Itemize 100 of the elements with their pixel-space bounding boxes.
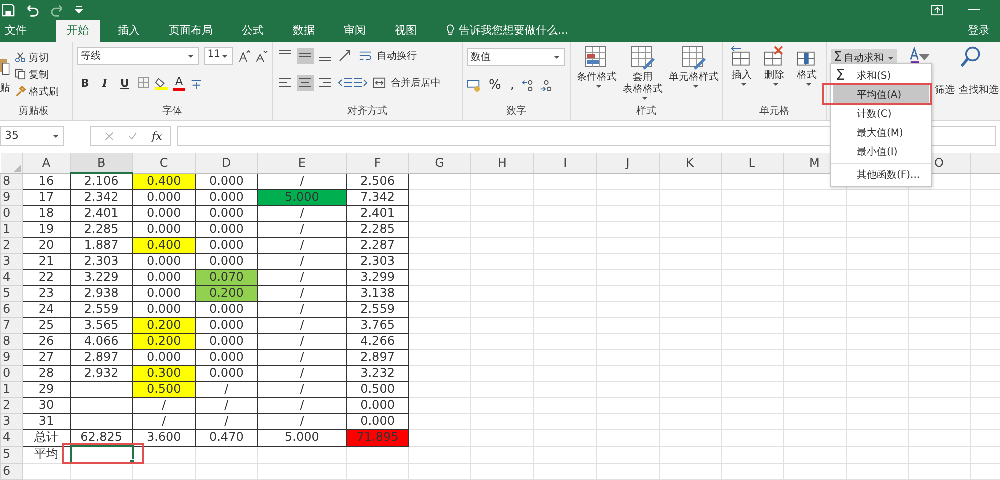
column-header[interactable]: F: [374, 156, 382, 170]
styles-button[interactable]: 套用 表格格式: [623, 72, 663, 96]
table-cell[interactable]: 0.200: [132, 318, 196, 334]
name-box[interactable]: 35: [0, 126, 64, 146]
menu-item[interactable]: 最小值(I): [831, 142, 931, 161]
shrink-font-icon[interactable]: [255, 50, 268, 62]
table-cell[interactable]: 0.400: [132, 238, 196, 254]
table-cell[interactable]: 0.200: [132, 334, 196, 350]
ribbon-tab[interactable]: 页面布局: [158, 20, 224, 42]
percent-button[interactable]: %: [487, 78, 504, 92]
menu-item[interactable]: 计数(C): [831, 104, 931, 123]
cell-text: 2.106: [84, 174, 119, 188]
cell-text: 27: [38, 350, 54, 364]
table-cell[interactable]: 0.300: [132, 366, 196, 382]
cells-button[interactable]: 删除: [764, 70, 784, 82]
wrap-text-button[interactable]: 自动换行: [377, 49, 417, 63]
cell-text: 3.765: [360, 318, 395, 332]
align-center-icon[interactable]: [277, 75, 333, 91]
font-size-field[interactable]: 11: [204, 47, 233, 65]
cell-text: 18: [38, 206, 54, 220]
group-label: 字体: [162, 104, 184, 119]
comma-button[interactable]: ,: [508, 78, 516, 92]
column-header[interactable]: A: [42, 156, 51, 170]
cell-text: /: [224, 382, 229, 396]
ribbon-tab[interactable]: 文件: [0, 20, 38, 42]
currency-icon[interactable]: [467, 78, 482, 92]
merge-center-button[interactable]: 合并后居中: [391, 76, 441, 90]
find-select-button[interactable]: 查找和选: [959, 83, 999, 97]
font-style-button[interactable]: I: [98, 76, 112, 90]
clipboard-button[interactable]: 格式刷: [29, 84, 59, 98]
styles-button[interactable]: 条件格式: [577, 72, 617, 84]
save-icon[interactable]: [2, 4, 15, 16]
minimize-icon[interactable]: [968, 9, 980, 11]
column-header[interactable]: M: [809, 156, 820, 170]
column-header[interactable]: E: [298, 156, 306, 170]
grow-font-icon[interactable]: [238, 50, 250, 62]
cell-text: 0.000: [146, 222, 182, 236]
cell-text: 3.229: [84, 270, 119, 284]
column-header[interactable]: C: [160, 156, 168, 170]
cell-text: 1.887: [84, 238, 119, 252]
undo-icon[interactable]: [25, 4, 40, 16]
column-header[interactable]: G: [435, 156, 444, 170]
font-color-button[interactable]: A: [173, 76, 186, 90]
cell-text: 0.000: [209, 302, 244, 316]
insert-function-button[interactable]: fx: [152, 130, 162, 142]
cell-text: 0.470: [209, 430, 244, 444]
column-header[interactable]: H: [498, 156, 507, 170]
menu-item[interactable]: 平均值(A): [833, 85, 929, 104]
paste-button[interactable]: 贴: [0, 80, 10, 94]
column-header[interactable]: B: [97, 156, 106, 170]
font-style-button[interactable]: B: [77, 76, 94, 90]
align-top-icon[interactable]: [277, 48, 333, 64]
customize-icon[interactable]: [75, 6, 83, 14]
cell-text: /: [300, 222, 304, 236]
ribbon-tab[interactable]: 插入: [107, 20, 151, 42]
table-cell[interactable]: 0.400: [132, 173, 196, 190]
menu-item[interactable]: 其他函数(F)...: [831, 163, 931, 184]
ribbon-display-icon[interactable]: [931, 4, 944, 16]
tell-me-field[interactable]: 告诉我您想要做什么...: [459, 23, 568, 42]
cell-text: 21: [38, 254, 54, 268]
ribbon-tab[interactable]: 审阅: [333, 20, 377, 42]
cell-text: /: [300, 334, 304, 348]
column-header[interactable]: I: [564, 156, 568, 170]
clipboard-button[interactable]: 复制: [29, 68, 49, 82]
menu-item[interactable]: 最大值(M): [831, 123, 931, 142]
indent-icon[interactable]: [338, 76, 368, 90]
cells-button[interactable]: 格式: [796, 70, 817, 82]
ribbon-tab[interactable]: 视图: [384, 20, 428, 42]
table-cell[interactable]: [70, 446, 133, 463]
increase-decimal-icon[interactable]: [522, 78, 534, 92]
cell-text: /: [300, 350, 304, 364]
decrease-decimal-icon[interactable]: [540, 78, 552, 92]
column-header[interactable]: K: [686, 156, 694, 170]
number-format-field[interactable]: 数值: [467, 48, 565, 66]
cell-text: /: [224, 398, 229, 412]
font-name-field[interactable]: 等线: [77, 47, 199, 65]
fill-color-icon[interactable]: [155, 76, 168, 90]
sign-in-link[interactable]: 登录: [968, 23, 1000, 42]
clipboard-button[interactable]: 剪切: [29, 50, 49, 64]
column-header[interactable]: J: [626, 156, 630, 170]
cell-text: 0.000: [146, 270, 182, 284]
table-cell[interactable]: 0.500: [132, 382, 196, 398]
cells-button[interactable]: 插入: [732, 70, 752, 82]
table-cell[interactable]: 5.000: [258, 190, 347, 206]
ribbon-tab[interactable]: 数据: [282, 20, 326, 42]
table-cell[interactable]: 0.070: [196, 270, 258, 286]
sort-filter-button[interactable]: 筛选: [935, 83, 955, 97]
cell-text: 0.000: [209, 254, 244, 268]
column-header[interactable]: D: [222, 156, 232, 170]
styles-button[interactable]: 单元格样式: [669, 72, 719, 84]
font-style-button[interactable]: U: [116, 76, 134, 90]
menu-item[interactable]: Σ 求和(S): [831, 66, 931, 85]
table-cell[interactable]: 0.200: [196, 286, 258, 302]
redo-icon[interactable]: [50, 4, 65, 16]
cell-text: 2.285: [360, 222, 395, 236]
ribbon-tab[interactable]: 公式: [231, 20, 275, 42]
borders-icon[interactable]: [138, 77, 150, 89]
ribbon-tab[interactable]: 开始: [56, 20, 100, 42]
column-header[interactable]: L: [748, 156, 756, 170]
column-header[interactable]: O: [934, 156, 944, 170]
